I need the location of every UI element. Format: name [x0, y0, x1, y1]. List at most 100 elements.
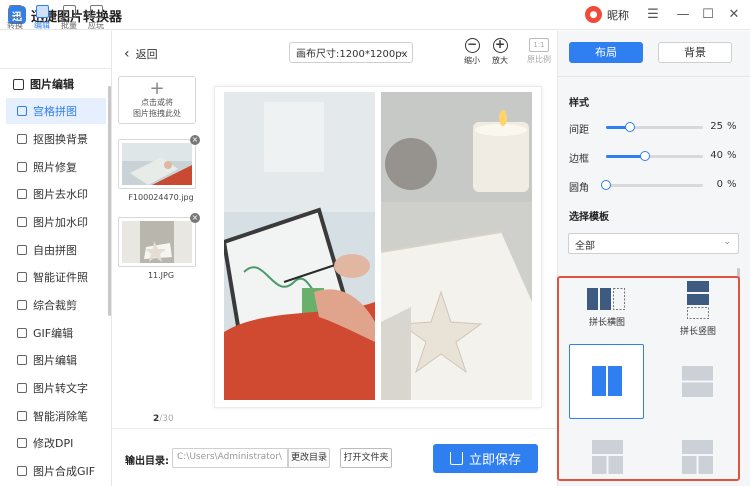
sidebar-item-ocr[interactable]: 图片转文字	[6, 375, 106, 401]
sidebar-item-add-watermark[interactable]: 图片加水印	[6, 209, 106, 235]
canvas-size-select[interactable]: 画布尺寸:1200*1200px ⌄	[289, 42, 413, 63]
template-filter-value: 全部	[575, 241, 595, 252]
tab-layout[interactable]: 布局	[569, 42, 643, 63]
back-button[interactable]: ‹ 返回	[124, 46, 158, 62]
sidebar-item-grid-collage[interactable]: 宫格拼图	[6, 98, 106, 124]
close-button[interactable]: ✕	[724, 4, 744, 24]
template-two-rows[interactable]	[682, 366, 713, 400]
top-tab-edit[interactable]: 编辑	[31, 5, 53, 31]
add-watermark-icon	[17, 217, 27, 227]
sidebar-item-label: 图片去水印	[33, 188, 88, 201]
tablet-photo	[224, 92, 375, 400]
spacing-value: 25	[710, 121, 723, 132]
remove-thumbnail-2-icon[interactable]: ×	[190, 213, 200, 223]
top-tab-label: 编辑	[34, 21, 50, 30]
sidebar-item-image-edit[interactable]: 图片编辑	[6, 347, 106, 373]
template-label: 拼长横图	[588, 318, 625, 328]
change-dir-button[interactable]: 更改目录	[288, 448, 330, 468]
sidebar-item-dpi[interactable]: 修改DPI	[6, 430, 106, 456]
dropzone-text: 点击或将 图片拖拽此处	[133, 98, 181, 118]
minimize-button[interactable]: —	[673, 4, 693, 24]
top-tab-label: 转换	[7, 21, 23, 30]
template-grid-three[interactable]	[682, 440, 713, 477]
original-ratio-button[interactable]: 1:1 原比例	[527, 38, 551, 65]
thumbnail-1[interactable]	[118, 139, 196, 189]
canvas-size-value: 画布尺寸:1200*1200px	[296, 49, 408, 60]
top-tab-batch[interactable]: 批量	[58, 5, 80, 31]
sidebar-item-label: 自由拼图	[33, 244, 77, 257]
template-two-columns[interactable]	[569, 344, 644, 419]
top-tab-fun[interactable]: 应玩	[85, 5, 107, 31]
thumbnail-filename: 11.JPG	[147, 271, 175, 280]
image-edit-section-icon	[13, 78, 24, 90]
template-long-horizontal[interactable]: 拼长横图	[570, 286, 644, 328]
sidebar-scrollbar[interactable]	[108, 86, 111, 316]
corner-slider[interactable]	[601, 180, 703, 190]
corner-unit: %	[727, 179, 737, 190]
sidebar-item-crop[interactable]: 综合裁剪	[6, 292, 106, 318]
three-cell-icon	[682, 440, 713, 474]
zoom-in-icon: +	[492, 38, 508, 53]
maximize-button[interactable]: ☐	[698, 4, 718, 24]
slider-handle[interactable]	[639, 151, 650, 161]
style-section-title: 样式	[569, 98, 589, 109]
sidebar-item-remove-watermark[interactable]: 图片去水印	[6, 181, 106, 207]
fun-icon	[89, 5, 103, 18]
image-edit-icon	[17, 355, 27, 365]
template-grid-left-split[interactable]	[592, 440, 623, 477]
sidebar-item-cutout[interactable]: 抠图换背景	[6, 126, 106, 152]
add-image-dropzone[interactable]: + 点击或将 图片拖拽此处	[118, 76, 196, 124]
remove-thumbnail-1-icon[interactable]: ×	[190, 135, 200, 145]
open-folder-button[interactable]: 打开文件夹	[340, 448, 392, 468]
zoom-in-button[interactable]: + 放大	[488, 38, 512, 66]
crop-icon	[17, 300, 27, 310]
output-dir-label: 输出目录:	[125, 456, 169, 467]
sidebar-item-id-photo[interactable]: 智能证件照	[6, 264, 106, 290]
id-photo-icon	[17, 272, 27, 282]
template-label: 拼长竖图	[679, 327, 716, 337]
free-collage-icon	[17, 245, 27, 255]
save-label: 立即保存	[468, 453, 521, 468]
spacing-slider[interactable]	[606, 122, 703, 132]
edit-icon	[35, 5, 49, 18]
border-value: 40	[710, 150, 723, 161]
back-label: 返回	[135, 48, 158, 61]
corner-label: 圆角	[569, 183, 589, 194]
collage-photo-right[interactable]	[381, 92, 532, 400]
sidebar-item-make-gif[interactable]: 图片合成GIF	[6, 458, 106, 484]
output-path-field[interactable]: C:\Users\Administrator\	[172, 448, 288, 468]
sidebar-item-free-collage[interactable]: 自由拼图	[6, 237, 106, 263]
pager-total: /30	[159, 414, 174, 424]
border-slider[interactable]	[606, 151, 703, 161]
corner-value: 0	[716, 179, 723, 190]
template-filter-select[interactable]: 全部 ⌄	[568, 233, 739, 254]
save-now-button[interactable]: 立即保存	[433, 444, 538, 473]
template-long-vertical[interactable]: 拼长竖图	[661, 281, 735, 337]
ratio-icon: 1:1	[529, 38, 549, 52]
avatar[interactable]: ●	[585, 6, 602, 23]
user-nickname[interactable]: 昵称	[607, 7, 629, 23]
download-icon	[449, 452, 463, 465]
long-horizontal-icon	[587, 288, 625, 310]
zoom-out-button[interactable]: − 缩小	[460, 38, 484, 66]
menu-icon[interactable]: ☰	[643, 4, 663, 24]
two-rows-icon	[682, 366, 713, 397]
collage-photo-left[interactable]	[224, 92, 375, 400]
sidebar-item-label: 修改DPI	[33, 437, 74, 450]
sidebar-item-eraser[interactable]: 智能消除笔	[6, 403, 106, 429]
tab-background[interactable]: 背景	[658, 42, 732, 63]
zoom-out-icon: −	[464, 38, 480, 53]
thumbnail-2[interactable]	[118, 217, 196, 267]
sidebar-item-gif-edit[interactable]: GIF编辑	[6, 320, 106, 346]
make-gif-icon	[17, 466, 27, 476]
plus-icon: +	[149, 78, 165, 99]
two-columns-icon	[592, 366, 622, 396]
top-tab-convert[interactable]: 转换	[4, 5, 26, 31]
top-tab-label: 批量	[61, 21, 77, 30]
sidebar-item-repair[interactable]: 照片修复	[6, 154, 106, 180]
sidebar-item-label: 图片加水印	[33, 216, 88, 229]
sidebar-item-label: GIF编辑	[33, 327, 74, 340]
slider-handle[interactable]	[601, 180, 611, 190]
thumbnail-image	[122, 143, 192, 185]
chevron-down-icon: ⌄	[723, 237, 731, 247]
